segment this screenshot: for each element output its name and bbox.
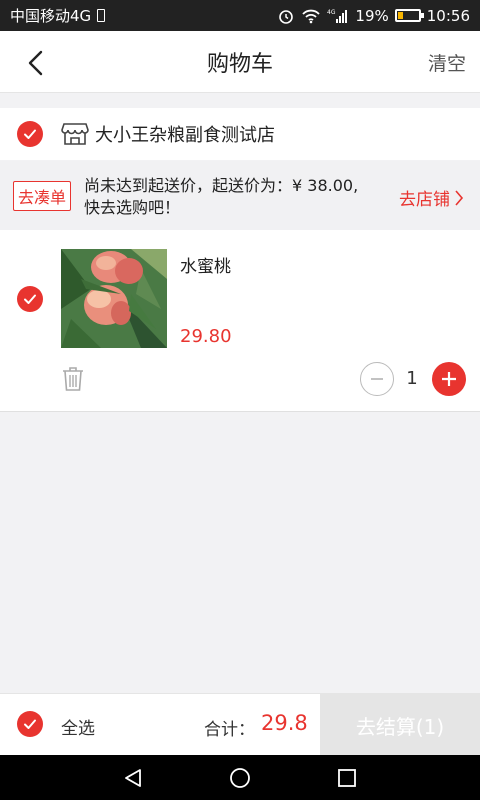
notice-message: 尚未达到起送价，起送价为：¥ 38.00,快去选购吧！ (84, 176, 359, 217)
quantity-value: 1 (406, 368, 418, 389)
cart-footer: 全选 合计： 29.8 去结算(1) (0, 693, 480, 756)
product-image[interactable] (61, 249, 167, 348)
item-select-checkbox[interactable] (17, 286, 43, 312)
product-name[interactable]: 水蜜桃 (180, 252, 231, 277)
network-type-text: 4G (327, 9, 336, 16)
checkmark-icon (24, 719, 36, 729)
battery-icon (394, 9, 424, 22)
checkmark-icon (24, 294, 36, 304)
carrier-text: 中国移动4G (10, 7, 92, 25)
app-header: 购物车 清空 (0, 31, 480, 93)
wifi-icon (302, 9, 321, 23)
battery-percent: 19% (355, 6, 389, 25)
nav-back-icon[interactable] (122, 767, 144, 789)
sim-icon (97, 9, 106, 22)
delete-icon[interactable] (61, 366, 85, 392)
add-more-items-tag[interactable]: 去凑单 (13, 181, 72, 211)
page-title: 购物车 (206, 51, 273, 77)
increase-quantity-button[interactable] (432, 362, 466, 396)
cart-item: 水蜜桃 29.80 1 (0, 230, 480, 412)
total-label: 合计： (204, 720, 255, 740)
alarm-icon (279, 9, 294, 24)
signal-icon: 4G (327, 9, 348, 23)
nav-recents-icon[interactable] (336, 767, 358, 789)
checkout-button[interactable]: 去结算(1) (320, 694, 480, 756)
store-icon (61, 123, 89, 145)
chevron-right-icon (455, 189, 464, 206)
minimum-order-notice: 去凑单 尚未达到起送价，起送价为：¥ 38.00,快去选购吧！ 去店铺 (0, 161, 480, 230)
clock: 10:56 (426, 6, 470, 25)
store-select-checkbox[interactable] (17, 121, 43, 147)
go-to-store-link[interactable]: 去店铺 (399, 185, 464, 210)
product-price: 29.80 (180, 326, 232, 347)
select-all-checkbox[interactable] (17, 711, 43, 737)
clear-cart-button[interactable]: 清空 (428, 49, 466, 76)
back-arrow-icon[interactable] (22, 48, 52, 78)
status-bar: 中国移动4G 4G 19% 10:56 (0, 0, 480, 31)
store-name[interactable]: 大小王杂粮副食测试店 (95, 121, 275, 147)
decrease-quantity-button[interactable] (360, 362, 394, 396)
plus-icon (442, 372, 456, 386)
go-to-store-label: 去店铺 (399, 190, 450, 210)
system-nav-bar (0, 755, 480, 800)
nav-home-icon[interactable] (229, 767, 251, 789)
checkmark-icon (24, 129, 36, 139)
total-value: 29.8 (261, 711, 308, 735)
minus-icon (371, 378, 383, 380)
select-all-label[interactable]: 全选 (61, 714, 95, 739)
store-row: 大小王杂粮副食测试店 (0, 108, 480, 160)
